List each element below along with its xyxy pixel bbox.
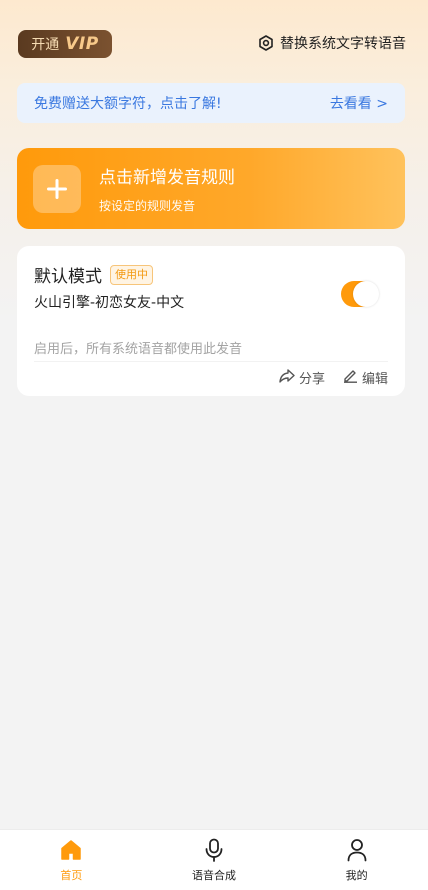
app-root: 开通 VIP 替换系统文字转语音 免费赠送大额字符，点击了解! 去看看 > 点击…: [0, 0, 428, 890]
toggle-knob: [353, 281, 379, 307]
add-rule-subtitle: 按设定的规则发音: [99, 199, 196, 213]
home-icon: [60, 838, 82, 862]
nav-item-mine[interactable]: 我的: [285, 830, 428, 890]
replace-system-tts-link[interactable]: 替换系统文字转语音: [258, 33, 406, 53]
edit-button[interactable]: 编辑: [343, 368, 388, 387]
promo-link[interactable]: 去看看 >: [330, 93, 388, 113]
default-mode-card: 默认模式 使用中 火山引擎-初恋女友-中文 启用后，所有系统语音都使用此发音 分…: [17, 246, 405, 396]
add-rule-card[interactable]: 点击新增发音规则 按设定的规则发音: [17, 148, 405, 229]
nav-item-synthesis[interactable]: 语音合成: [143, 830, 286, 890]
nav-label-home: 首页: [60, 869, 83, 882]
in-use-badge: 使用中: [110, 264, 153, 285]
share-icon: [279, 368, 295, 387]
nav-label-synthesis: 语音合成: [192, 869, 236, 882]
vip-word-label: VIP: [65, 34, 99, 54]
mode-toggle-switch[interactable]: [341, 281, 379, 307]
gear-hex-icon: [258, 35, 274, 51]
share-label: 分享: [298, 372, 325, 387]
share-button[interactable]: 分享: [279, 368, 325, 387]
plus-icon: [33, 164, 81, 213]
open-vip-button[interactable]: 开通 VIP: [18, 30, 112, 58]
replace-label: 替换系统文字转语音: [280, 36, 406, 52]
add-rule-title: 点击新增发音规则: [99, 168, 235, 188]
bottom-nav: 首页 语音合成 我的: [0, 829, 428, 890]
edit-label: 编辑: [361, 372, 388, 387]
engine-voice-label: 火山引擎-初恋女友-中文: [34, 295, 185, 311]
nav-item-home[interactable]: 首页: [0, 830, 143, 890]
divider: [34, 361, 388, 362]
vip-prefix-label: 开通: [31, 37, 60, 53]
mode-description: 启用后，所有系统语音都使用此发音: [34, 342, 243, 357]
promo-banner[interactable]: 免费赠送大额字符，点击了解! 去看看 >: [17, 83, 405, 123]
nav-label-mine: 我的: [345, 869, 368, 882]
user-icon: [346, 838, 368, 862]
mode-title: 默认模式: [34, 267, 102, 287]
promo-text: 免费赠送大额字符，点击了解!: [34, 96, 222, 112]
edit-pencil-icon: [343, 368, 358, 387]
microphone-icon: [203, 838, 225, 862]
